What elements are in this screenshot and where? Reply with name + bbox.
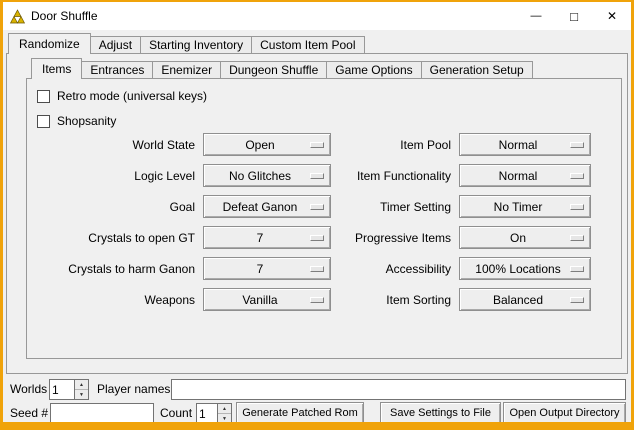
tab-game-options[interactable]: Game Options (326, 61, 421, 79)
worlds-label: Worlds (10, 379, 47, 400)
dropdown-value: 7 (257, 231, 264, 245)
dropdown-accessibility[interactable]: 100% Locations (459, 257, 591, 280)
dropdown-value: 7 (257, 262, 264, 276)
dropdown-indicator-icon (570, 204, 584, 210)
dropdown-item-pool[interactable]: Normal (459, 133, 591, 156)
tab-entrances[interactable]: Entrances (81, 61, 153, 79)
tab-starting-inventory[interactable]: Starting Inventory (140, 36, 252, 54)
dropdown-value: 100% Locations (475, 262, 560, 276)
app-icon (10, 9, 25, 24)
dropdown-logic-level[interactable]: No Glitches (203, 164, 331, 187)
option-label-progressive-items: Progressive Items (337, 231, 453, 245)
dropdown-indicator-icon (310, 266, 324, 272)
count-label: Count (160, 403, 192, 424)
player-names-label: Player names (97, 379, 170, 400)
seed-input[interactable] (50, 403, 154, 424)
close-button[interactable]: ✕ (593, 2, 631, 30)
tab-adjust[interactable]: Adjust (90, 36, 141, 54)
window: Door Shuffle — □ ✕ Randomize Adjust Star… (0, 0, 634, 430)
minimize-button[interactable]: — (517, 2, 555, 30)
option-label-world-state: World State (33, 138, 197, 152)
checkbox-box (37, 90, 50, 103)
option-label-weapons: Weapons (33, 293, 197, 307)
tab-items[interactable]: Items (31, 58, 82, 79)
tab-custom-item-pool[interactable]: Custom Item Pool (251, 36, 364, 54)
dropdown-indicator-icon (570, 235, 584, 241)
checkbox-shopsanity[interactable]: Shopsanity (37, 113, 116, 129)
dropdown-timer-setting[interactable]: No Timer (459, 195, 591, 218)
checkbox-label: Retro mode (universal keys) (57, 89, 207, 103)
worlds-input[interactable] (50, 380, 74, 399)
dropdown-item-functionality[interactable]: Normal (459, 164, 591, 187)
dropdown-value: No Glitches (229, 169, 291, 183)
save-settings-button[interactable]: Save Settings to File (380, 402, 501, 424)
count-input[interactable] (197, 404, 217, 423)
option-label-accessibility: Accessibility (337, 262, 453, 276)
checkbox-box (37, 115, 50, 128)
option-label-item-functionality: Item Functionality (337, 169, 453, 183)
open-output-directory-button[interactable]: Open Output Directory (503, 402, 626, 424)
dropdown-value: Normal (499, 169, 538, 183)
items-pane: Retro mode (universal keys) Shopsanity W… (26, 78, 622, 359)
dropdown-indicator-icon (310, 204, 324, 210)
dropdown-item-sorting[interactable]: Balanced (459, 288, 591, 311)
option-label-crystals-gt: Crystals to open GT (33, 231, 197, 245)
dropdown-crystals-gt[interactable]: 7 (203, 226, 331, 249)
dropdown-value: Open (245, 138, 274, 152)
window-title: Door Shuffle (31, 9, 98, 23)
option-label-logic-level: Logic Level (33, 169, 197, 183)
dropdown-goal[interactable]: Defeat Ganon (203, 195, 331, 218)
caption-buttons: — □ ✕ (517, 2, 631, 30)
dropdown-indicator-icon (570, 266, 584, 272)
dropdown-value: Defeat Ganon (223, 200, 298, 214)
dropdown-indicator-icon (570, 297, 584, 303)
tab-dungeon-shuffle[interactable]: Dungeon Shuffle (220, 61, 327, 79)
spin-up-icon[interactable]: ▲ (75, 380, 88, 390)
option-label-crystals-ganon: Crystals to harm Ganon (33, 262, 197, 276)
minimize-icon: — (531, 10, 542, 22)
count-stepper: ▲ ▼ (196, 403, 232, 424)
tab-randomize[interactable]: Randomize (8, 33, 91, 54)
dropdown-value: Normal (499, 138, 538, 152)
close-icon: ✕ (607, 9, 617, 23)
option-label-timer-setting: Timer Setting (337, 200, 453, 214)
dropdown-indicator-icon (310, 173, 324, 179)
dropdown-crystals-ganon[interactable]: 7 (203, 257, 331, 280)
count-stepper-arrows: ▲ ▼ (217, 404, 231, 423)
dropdown-indicator-icon (570, 173, 584, 179)
worlds-stepper: ▲ ▼ (49, 379, 89, 400)
sub-tab-bar: Items Entrances Enemizer Dungeon Shuffle… (31, 58, 532, 79)
title-bar[interactable]: Door Shuffle — □ ✕ (3, 2, 631, 30)
spin-down-icon[interactable]: ▼ (218, 414, 231, 423)
spin-up-icon[interactable]: ▲ (218, 404, 231, 414)
dropdown-weapons[interactable]: Vanilla (203, 288, 331, 311)
checkbox-label: Shopsanity (57, 114, 116, 128)
seed-label: Seed # (10, 403, 48, 424)
dropdown-value: Vanilla (242, 293, 277, 307)
options-grid: World State Open Item Pool Normal Logic … (33, 129, 591, 315)
option-label-item-sorting: Item Sorting (337, 293, 453, 307)
maximize-button[interactable]: □ (555, 2, 593, 30)
dropdown-progressive-items[interactable]: On (459, 226, 591, 249)
spin-down-icon[interactable]: ▼ (75, 390, 88, 399)
dropdown-world-state[interactable]: Open (203, 133, 331, 156)
worlds-stepper-arrows: ▲ ▼ (74, 380, 88, 399)
maximize-icon: □ (570, 9, 578, 24)
dropdown-value: No Timer (494, 200, 543, 214)
dropdown-indicator-icon (310, 235, 324, 241)
dropdown-indicator-icon (310, 297, 324, 303)
dropdown-indicator-icon (570, 142, 584, 148)
tab-generation-setup[interactable]: Generation Setup (421, 61, 533, 79)
generate-patched-rom-button[interactable]: Generate Patched Rom (236, 402, 364, 424)
dropdown-indicator-icon (310, 142, 324, 148)
tab-enemizer[interactable]: Enemizer (152, 61, 221, 79)
option-label-item-pool: Item Pool (337, 138, 453, 152)
player-names-input[interactable] (171, 379, 626, 400)
main-tab-bar: Randomize Adjust Starting Inventory Cust… (8, 33, 364, 54)
dropdown-value: Balanced (493, 293, 543, 307)
checkbox-retro-mode[interactable]: Retro mode (universal keys) (37, 88, 207, 104)
dropdown-value: On (510, 231, 526, 245)
option-label-goal: Goal (33, 200, 197, 214)
